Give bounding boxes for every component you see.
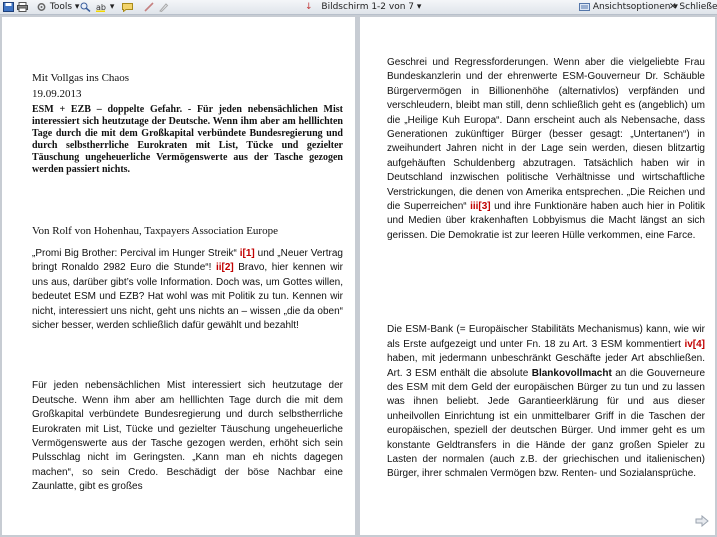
article-author: Von Rolf von Hohenhau, Taxpayers Associa… xyxy=(32,225,278,237)
article-title: Mit Vollgas ins Chaos xyxy=(32,72,130,84)
article-lead: ESM + EZB – doppelte Gefahr. - Für jeden… xyxy=(32,104,343,175)
paragraph: Geschrei und Regressforderungen. Wenn ab… xyxy=(387,56,705,243)
paragraph: „Promi Big Brother: Percival im Hunger S… xyxy=(32,247,343,333)
close-icon: ✕ xyxy=(669,2,677,12)
chevron-down-icon[interactable]: ▾ xyxy=(417,2,422,12)
text-run: an die Gouverneure des ESM mit dem Geld … xyxy=(387,367,706,480)
print-icon[interactable] xyxy=(17,1,28,13)
page-navigator[interactable]: ↓ Bildschirm 1-2 von 7 ▾ xyxy=(305,1,421,13)
arrow-down-icon[interactable]: ↓ xyxy=(305,2,313,12)
tools-label: Tools xyxy=(49,2,73,12)
reading-viewport[interactable]: Mit Vollgas ins Chaos 19.09.2013 ESM + E… xyxy=(0,15,717,537)
tools-icon xyxy=(37,2,46,11)
text-run: Geschrei und Regressforderungen. Wenn ab… xyxy=(387,57,705,213)
article-date: 19.09.2013 xyxy=(32,88,82,100)
tools-menu[interactable]: Tools ▾ xyxy=(36,1,79,13)
bold-term: Blankovollmacht xyxy=(531,367,612,379)
footnote-link[interactable]: ii[2] xyxy=(216,262,234,273)
chevron-down-icon: ▾ xyxy=(109,2,115,12)
chevron-down-icon: ▾ xyxy=(74,2,80,12)
edit-icon[interactable] xyxy=(144,1,155,13)
text-run: Die ESM-Bank (= Europäischer Stabilitäts… xyxy=(387,324,705,350)
paragraph: Die ESM-Bank (= Europäischer Stabilitäts… xyxy=(387,323,705,481)
view-options-button[interactable]: Ansichtsoptionen ▾ xyxy=(579,1,678,13)
footnote-link[interactable]: i[1] xyxy=(240,248,255,259)
next-page-arrow-icon[interactable] xyxy=(695,515,709,527)
comment-icon[interactable] xyxy=(122,1,133,13)
text-run: „Promi Big Brother: Percival im Hunger S… xyxy=(32,248,240,259)
page-right: Geschrei und Regressforderungen. Wenn ab… xyxy=(360,17,715,535)
close-button[interactable]: ✕ Schließen xyxy=(669,1,717,13)
view-options-icon xyxy=(579,2,590,11)
close-label: Schließen xyxy=(679,2,717,12)
page-left: Mit Vollgas ins Chaos 19.09.2013 ESM + E… xyxy=(2,17,355,535)
pager-label: Bildschirm 1-2 von 7 xyxy=(321,2,415,12)
reader-toolbar: Tools ▾ ab ▾ ↓ Bildschirm 1-2 von 7 ▾ An… xyxy=(0,0,717,15)
footnote-link[interactable]: iii[3] xyxy=(470,201,491,212)
research-icon[interactable] xyxy=(80,1,91,13)
pen-icon[interactable] xyxy=(158,1,169,13)
view-options-label: Ansichtsoptionen xyxy=(592,2,671,12)
paragraph: Für jeden nebensächlichen Mist interessi… xyxy=(32,380,343,493)
footnote-link[interactable]: iv[4] xyxy=(684,339,705,350)
save-icon[interactable] xyxy=(3,1,14,13)
highlight-icon[interactable]: ab ▾ xyxy=(96,1,114,13)
